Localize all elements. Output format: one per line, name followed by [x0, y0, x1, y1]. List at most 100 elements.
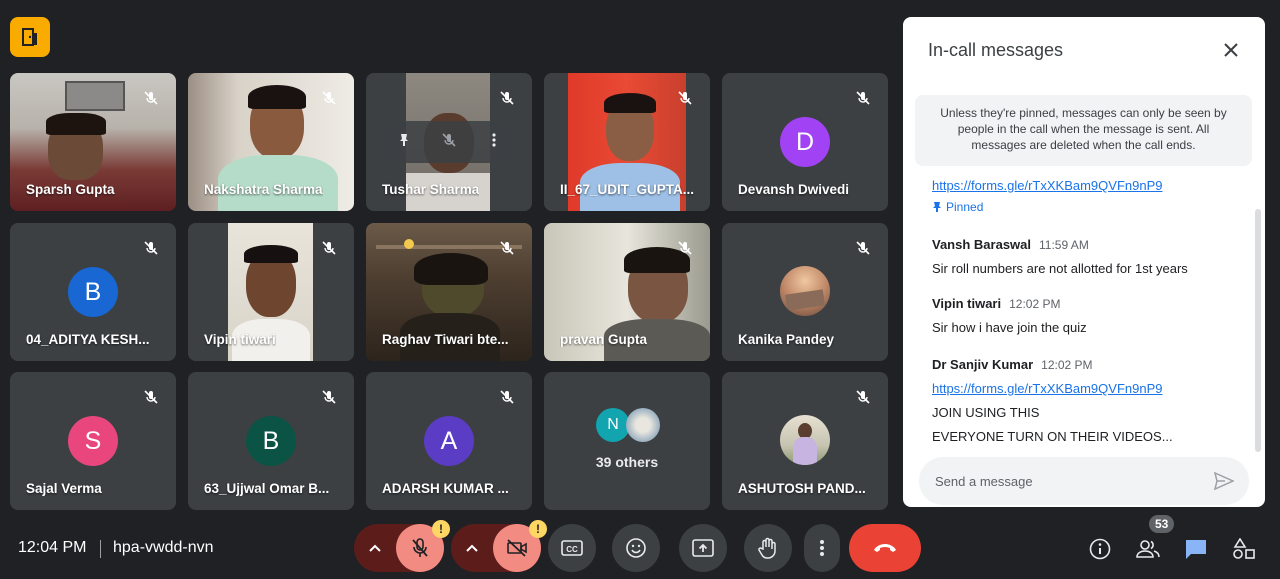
hang-up-icon — [874, 544, 896, 552]
captions-icon: CC — [561, 540, 583, 556]
mic-off-icon — [496, 386, 518, 408]
participant-tile[interactable]: B 63_Ujjwal Omar B... — [188, 372, 354, 510]
close-icon[interactable] — [1219, 38, 1243, 62]
mic-off-icon — [318, 87, 340, 109]
meeting-code: hpa-vwdd-nvn — [113, 539, 214, 556]
chat-message: Dr Sanjiv Kumar 12:02 PM https://forms.gl… — [932, 356, 1242, 444]
panel-title: In-call messages — [928, 40, 1064, 60]
participant-tile[interactable]: B 04_ADITYA KESH... — [10, 223, 176, 361]
participant-avatar: A — [424, 416, 474, 466]
others-avatar: N — [596, 408, 630, 442]
pin-icon — [933, 202, 941, 212]
message-text: EVERYONE TURN ON THEIR VIDEOS... — [932, 429, 1173, 444]
clock: 12:04 PM — [18, 539, 87, 556]
participant-name: pravan Gupta — [560, 332, 648, 347]
participant-tile[interactable]: S Sajal Verma — [10, 372, 176, 510]
more-vertical-icon — [820, 540, 824, 556]
message-time: 12:02 PM — [1009, 297, 1061, 311]
pinned-link[interactable]: https://forms.gle/rTxXKBam9QVFn9nP9 — [932, 178, 1162, 193]
mute-participant-icon[interactable] — [441, 132, 457, 153]
mic-off-icon — [318, 386, 340, 408]
participant-tile[interactable]: II_67_UDIT_GUPTA... — [544, 73, 710, 211]
participant-name: Nakshatra Sharma — [204, 182, 323, 197]
participant-count-badge: 53 — [1149, 515, 1175, 533]
participant-name: Kanika Pandey — [738, 332, 835, 347]
participant-tile[interactable]: pravan Gupta — [544, 223, 710, 361]
raise-hand-button[interactable] — [744, 524, 792, 572]
mic-toggle-button[interactable]: ! — [396, 520, 450, 572]
captions-button[interactable]: CC — [548, 524, 596, 572]
pinned-message: https://forms.gle/rTxXKBam9QVFn9nP9 Pinn… — [932, 177, 1242, 214]
participant-avatar-photo — [780, 266, 830, 316]
mic-off-icon — [318, 237, 340, 259]
participant-name: 04_ADITYA KESH... — [26, 332, 150, 347]
participant-name: Devansh Dwivedi — [738, 182, 850, 197]
more-options-button[interactable] — [804, 524, 840, 572]
warning-badge: ! — [432, 520, 450, 538]
participant-name: Vipin tiwari — [204, 332, 276, 347]
participant-avatar: S — [68, 416, 118, 466]
bottom-control-bar: 12:04 PM hpa-vwdd-nvn ! ! CC — [0, 520, 1280, 579]
warning-badge: ! — [529, 520, 547, 538]
participant-name: 63_Ujjwal Omar B... — [204, 481, 330, 496]
others-count-label: 39 others — [595, 454, 659, 470]
emoji-reaction-button[interactable] — [612, 524, 660, 572]
participant-avatar: D — [780, 117, 830, 167]
participant-tile[interactable]: Nakshatra Sharma — [188, 73, 354, 211]
activities-icon[interactable] — [1231, 536, 1257, 562]
mic-off-icon — [852, 237, 874, 259]
participant-tile[interactable]: Vipin tiwari — [188, 223, 354, 361]
mic-off-icon — [674, 237, 696, 259]
meeting-details-icon[interactable] — [1087, 536, 1113, 562]
chat-message: Vipin tiwari 12:02 PM Sir how i have join… — [932, 295, 1242, 335]
pinned-label: Pinned — [946, 200, 984, 214]
message-sender: Vansh Baraswal — [932, 237, 1031, 252]
divider — [100, 540, 101, 558]
participant-tile[interactable]: ASHUTOSH PAND... — [722, 372, 888, 510]
participant-tile[interactable]: Kanika Pandey — [722, 223, 888, 361]
chevron-up-icon[interactable] — [451, 524, 493, 572]
chat-icon[interactable] — [1183, 536, 1209, 562]
present-screen-button[interactable] — [679, 524, 727, 572]
participant-tile[interactable]: Raghav Tiwari bte... — [366, 223, 532, 361]
participant-tile[interactable]: Sparsh Gupta — [10, 73, 176, 211]
pin-icon[interactable] — [396, 132, 412, 153]
emoji-icon — [626, 538, 646, 558]
mic-off-icon — [674, 87, 696, 109]
mic-off-icon — [496, 237, 518, 259]
mic-off-icon — [140, 386, 162, 408]
chevron-up-icon[interactable] — [354, 524, 396, 572]
message-text: Sir how i have join the quiz — [932, 320, 1087, 335]
microphone-control: ! — [354, 520, 450, 572]
camera-toggle-button[interactable]: ! — [493, 520, 547, 572]
mic-off-icon — [496, 87, 518, 109]
meeting-info-logo[interactable] — [10, 17, 50, 57]
participant-name: Raghav Tiwari bte... — [382, 332, 509, 347]
participant-name: Sparsh Gupta — [26, 182, 115, 197]
more-options-icon[interactable] — [486, 132, 502, 153]
chat-message: Vansh Baraswal 11:59 AM Sir roll numbers … — [932, 236, 1242, 276]
participant-name: ADARSH KUMAR ... — [382, 481, 509, 496]
camera-off-icon — [507, 539, 527, 557]
participant-tile[interactable]: A ADARSH KUMAR ... — [366, 372, 532, 510]
message-input[interactable] — [935, 457, 1195, 505]
chat-scrollbar[interactable] — [1255, 209, 1261, 452]
mic-off-icon — [140, 87, 162, 109]
others-avatar-photo — [626, 408, 660, 442]
pinned-indicator: Pinned — [932, 200, 1242, 214]
others-avatar-group: N — [596, 408, 660, 442]
participant-name: ASHUTOSH PAND... — [738, 481, 866, 496]
others-tile[interactable]: N 39 others — [544, 372, 710, 510]
participant-avatar-photo — [780, 415, 830, 465]
message-text: Sir roll numbers are not allotted for 1s… — [932, 261, 1188, 276]
message-link[interactable]: https://forms.gle/rTxXKBam9QVFn9nP9 — [932, 381, 1162, 396]
people-icon[interactable] — [1135, 536, 1161, 562]
participant-avatar: B — [246, 416, 296, 466]
message-input-container — [919, 457, 1249, 505]
participant-tile[interactable]: Tushar Sharma — [366, 73, 532, 211]
participant-tile[interactable]: D Devansh Dwivedi — [722, 73, 888, 211]
message-sender: Dr Sanjiv Kumar — [932, 357, 1034, 372]
leave-call-button[interactable] — [849, 524, 921, 572]
send-icon[interactable] — [1213, 470, 1235, 492]
mic-off-icon — [852, 386, 874, 408]
